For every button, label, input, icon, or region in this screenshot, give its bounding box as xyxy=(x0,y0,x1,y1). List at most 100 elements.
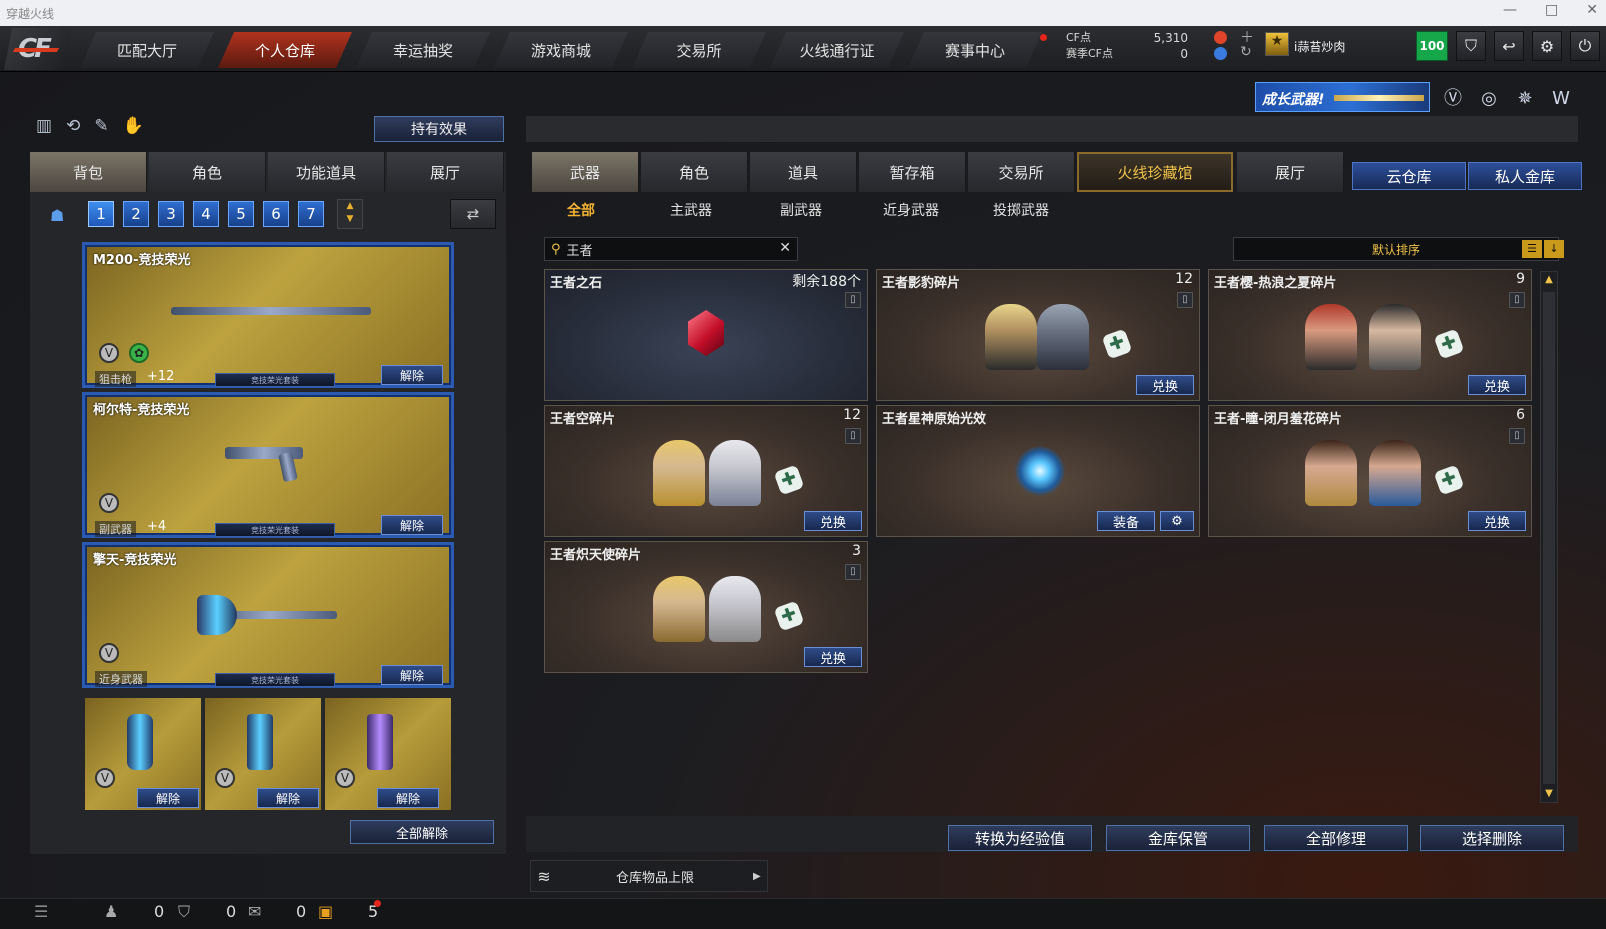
throwable-slot-3[interactable]: V 解除 xyxy=(325,698,451,810)
subtab-primary[interactable]: 主武器 xyxy=(636,196,746,226)
minimize-button[interactable]: — xyxy=(1503,2,1517,18)
equip-button[interactable]: 装备 xyxy=(1097,511,1155,531)
globe-icon[interactable]: ◎ xyxy=(1476,86,1502,112)
subtab-secondary[interactable]: 副武器 xyxy=(746,196,856,226)
left-tab-items[interactable]: 功能道具 xyxy=(268,152,385,192)
repair-all-button[interactable]: 全部修理 xyxy=(1264,825,1408,851)
swap-icon[interactable]: ⇄ xyxy=(450,199,496,229)
list-view-icon[interactable]: ☰ xyxy=(1522,240,1542,258)
convert-exp-button[interactable]: 转换为经验值 xyxy=(948,825,1092,851)
remove-button[interactable]: 解除 xyxy=(381,515,443,535)
throwable-slot-1[interactable]: V 解除 xyxy=(85,698,203,810)
scroll-thumb[interactable] xyxy=(1543,292,1555,784)
item-card[interactable]: 王者空碎片 12 ▯ ✚ 兑换 xyxy=(544,405,868,537)
delete-icon[interactable]: ▯ xyxy=(845,428,861,444)
scroll-up-icon[interactable]: ▲ xyxy=(1543,274,1555,286)
right-tab-items[interactable]: 道具 xyxy=(750,152,857,192)
left-tab-character[interactable]: 角色 xyxy=(149,152,266,192)
nav-tab-shop[interactable]: 游戏商城 xyxy=(494,32,628,68)
item-card[interactable]: 王者星神原始光效 装备 ⚙ xyxy=(876,405,1200,537)
delete-icon[interactable]: ▯ xyxy=(1177,292,1193,308)
effect-button[interactable]: 持有效果 xyxy=(374,116,504,142)
gift-icon[interactable]: ▣ xyxy=(318,902,333,921)
item-card[interactable]: 王者之石 剩余188个 ▯ xyxy=(544,269,868,401)
delete-icon[interactable]: ▯ xyxy=(845,292,861,308)
exchange-button[interactable]: 兑换 xyxy=(804,647,862,667)
friends-icon[interactable]: ♟ xyxy=(104,902,118,921)
nav-tab-events[interactable]: 赛事中心 xyxy=(908,32,1042,68)
remove-button[interactable]: 解除 xyxy=(257,788,319,808)
delete-icon[interactable]: ▯ xyxy=(845,564,861,580)
left-tab-backpack[interactable]: 背包 xyxy=(30,152,147,192)
right-tab-hall[interactable]: 展厅 xyxy=(1237,152,1344,192)
exchange-button[interactable]: 兑换 xyxy=(1136,375,1194,395)
right-tab-weapons[interactable]: 武器 xyxy=(532,152,639,192)
subtab-all[interactable]: 全部 xyxy=(526,196,636,226)
user-avatar[interactable]: ★ xyxy=(1265,32,1289,56)
settings-gear-icon[interactable]: ⚙ xyxy=(1160,511,1194,531)
v-badge-icon[interactable]: Ⓥ xyxy=(1440,86,1466,112)
expand-arrow-icon[interactable]: ▶ xyxy=(753,871,767,882)
page-button-7[interactable]: 7 xyxy=(298,201,324,227)
wing-icon[interactable]: W xyxy=(1548,86,1574,112)
nav-tab-lobby[interactable]: 匹配大厅 xyxy=(80,32,214,68)
star-medal-icon[interactable]: ✵ xyxy=(1512,86,1538,112)
page-button-3[interactable]: 3 xyxy=(158,201,184,227)
right-tab-exchange[interactable]: 交易所 xyxy=(968,152,1075,192)
growth-weapon-banner[interactable]: 成长武器! xyxy=(1255,82,1430,112)
remove-button[interactable]: 解除 xyxy=(381,365,443,385)
right-tab-storage[interactable]: 暂存箱 xyxy=(859,152,966,192)
item-card[interactable]: 王者炽天使碎片 3 ▯ ✚ 兑换 xyxy=(544,541,868,673)
shield-icon[interactable]: ⛉ xyxy=(1456,31,1486,61)
clear-search-icon[interactable]: ✕ xyxy=(779,240,791,256)
gear-icon[interactable]: ⚙ xyxy=(1532,31,1562,61)
delete-icon[interactable]: ▯ xyxy=(1509,292,1525,308)
capacity-bar[interactable]: ≋ 仓库物品上限 ▶ xyxy=(530,860,768,892)
subtab-melee[interactable]: 近身武器 xyxy=(856,196,966,226)
remove-button[interactable]: 解除 xyxy=(137,788,199,808)
scroll-down-icon[interactable]: ▼ xyxy=(1543,788,1555,800)
history-icon[interactable]: ⟲ xyxy=(66,116,80,136)
subtab-throwable[interactable]: 投掷武器 xyxy=(966,196,1076,226)
menu-icon[interactable]: ☰ xyxy=(34,902,48,921)
exchange-button[interactable]: 兑换 xyxy=(804,511,862,531)
vault-keep-button[interactable]: 金库保管 xyxy=(1106,825,1250,851)
glove-icon[interactable]: ✋ xyxy=(123,116,144,136)
page-scroll-arrows[interactable]: ▲ ▼ xyxy=(337,199,363,229)
search-input[interactable]: ⚲ 王者 ✕ xyxy=(544,237,798,261)
page-button-6[interactable]: 6 xyxy=(263,201,289,227)
nav-tab-pass[interactable]: 火线通行证 xyxy=(770,32,904,68)
nav-tab-warehouse[interactable]: 个人仓库 xyxy=(218,32,352,68)
right-tab-collection[interactable]: 火线珍藏馆 xyxy=(1077,152,1233,192)
chat-icon[interactable]: ✉ xyxy=(248,902,261,921)
close-button[interactable]: ✕ xyxy=(1586,2,1598,18)
page-button-5[interactable]: 5 xyxy=(228,201,254,227)
return-icon[interactable]: ↩ xyxy=(1494,31,1524,61)
nav-tab-lottery[interactable]: 幸运抽奖 xyxy=(356,32,490,68)
exchange-button[interactable]: 兑换 xyxy=(1468,375,1526,395)
maximize-button[interactable]: □ xyxy=(1545,2,1558,18)
throwable-slot-2[interactable]: V 解除 xyxy=(205,698,323,810)
cloud-storage-tab[interactable]: 云仓库 xyxy=(1352,162,1466,190)
item-scrollbar[interactable]: ▲ ▼ xyxy=(1540,271,1558,803)
power-icon[interactable]: ⏻ xyxy=(1570,31,1600,61)
remove-button[interactable]: 解除 xyxy=(381,665,443,685)
item-card[interactable]: 王者-瞳-闭月羞花碎片 6 ▯ ✚ 兑换 xyxy=(1208,405,1532,537)
right-tab-character[interactable]: 角色 xyxy=(641,152,748,192)
nav-tab-exchange[interactable]: 交易所 xyxy=(632,32,766,68)
remove-all-button[interactable]: 全部解除 xyxy=(350,820,494,844)
cf-logo[interactable]: CF xyxy=(4,28,72,70)
sort-dropdown[interactable]: 默认排序 xyxy=(1233,237,1559,261)
remove-button[interactable]: 解除 xyxy=(377,788,439,808)
item-card[interactable]: 王者樱-热浪之夏碎片 9 ▯ ✚ 兑换 xyxy=(1208,269,1532,401)
private-vault-tab[interactable]: 私人金库 xyxy=(1468,162,1582,190)
page-button-4[interactable]: 4 xyxy=(193,201,219,227)
clan-shield-icon[interactable]: ⛉ xyxy=(178,902,190,922)
delete-icon[interactable]: ▯ xyxy=(1509,428,1525,444)
sort-direction-icon[interactable]: ↓ xyxy=(1544,240,1564,258)
page-button-2[interactable]: 2 xyxy=(123,201,149,227)
select-delete-button[interactable]: 选择删除 xyxy=(1420,825,1564,851)
spray-icon[interactable]: ✎ xyxy=(94,116,108,136)
chart-icon[interactable]: ▥ xyxy=(36,116,52,136)
weapon-card-axe[interactable]: 擎天-竞技荣光 V 近身武器 竞技荣光套装 解除 xyxy=(82,542,454,688)
